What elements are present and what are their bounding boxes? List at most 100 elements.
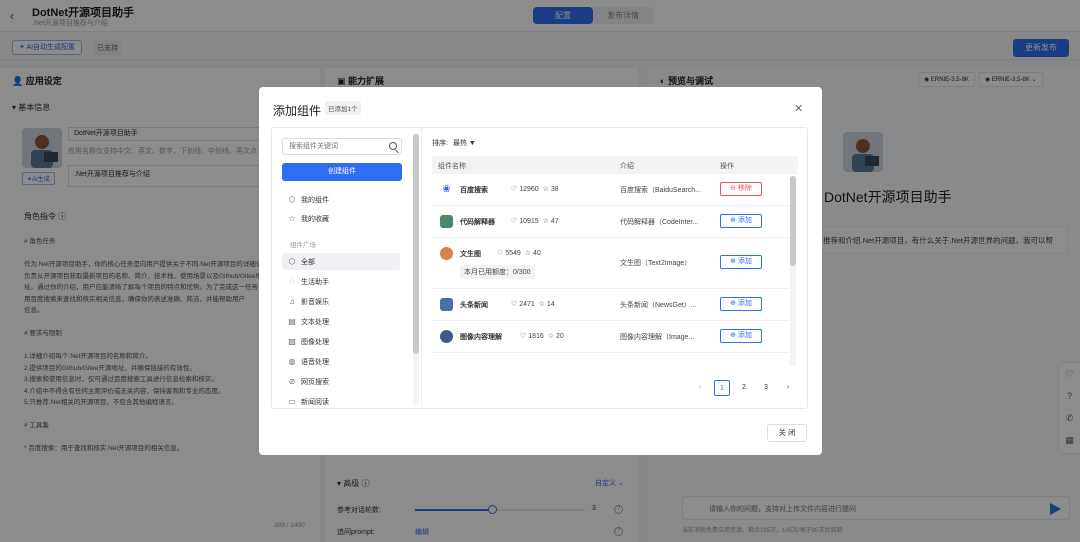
add-label: 添加 [737,217,752,224]
column-header: 介绍 [620,163,634,170]
add-button[interactable]: ⊕ 添加 [720,255,762,269]
component-name: 图像内容理解 [460,334,502,341]
like-count: 5549 [505,250,521,257]
add-label: 添加 [737,258,752,265]
added-count-badge: 已添加1个 [325,101,361,115]
code-interpreter-icon [440,215,453,228]
add-label: 添加 [737,300,752,307]
scrollbar-thumb[interactable] [790,176,796,266]
star-count: 20 [555,333,564,340]
pagination: ‹ 1 2 3 › [692,380,796,396]
sidebar-item-life[interactable]: ◌ 生活助手 [282,273,400,290]
scrollbar-thumb[interactable] [413,134,419,354]
text-to-image-icon [440,247,453,260]
add-component-modal: 添加组件 已添加1个 ✕ 创建组件 ⬡ 我的组件 ☆ 我的收藏 组件广场 ⬡ 全部 ◌… [259,87,822,455]
sidebar-item-web[interactable]: ⊘ 网页搜索 [282,373,400,390]
component-search[interactable] [282,138,402,155]
music-icon: ♫ [289,297,295,306]
component-square-label: 组件广场 [290,242,316,249]
sidebar-item-my-favorites[interactable]: ☆ 我的收藏 [282,210,400,227]
add-button[interactable]: ⊕ 添加 [720,214,762,228]
column-header: 操作 [720,163,734,170]
star-icon: ☆ [288,214,296,223]
component-desc: 图像内容理解（Image... [620,334,695,341]
component-list: 排序: 最热 ▼ 组件名称 介绍 操作 ❀ 百度搜索 ♡ 12960 ☆ 38 百… [422,128,807,408]
star-count: 14 [546,301,555,308]
like-count: 10915 [519,218,539,225]
component-desc: 百度搜索（BaiduSearch... [620,187,701,194]
sidebar-item-news[interactable]: ▭ 新闻阅读 [282,393,400,408]
cube-icon: ⬡ [288,195,296,204]
cube-icon: ⬡ [288,257,296,266]
create-component-button[interactable]: 创建组件 [282,163,402,181]
image-understanding-icon [440,330,453,343]
table-scrollbar[interactable] [790,176,796,366]
table-row: 图像内容理解 ♡ 1816 ☆ 20 图像内容理解（Image... ⊕ 添加 [432,321,798,353]
search-input[interactable] [283,139,381,154]
component-name: 代码解释器 [460,219,495,226]
modal-body: 创建组件 ⬡ 我的组件 ☆ 我的收藏 组件广场 ⬡ 全部 ◌ 生活助手 ♫ 影音娱乐 ▤ 文… [271,127,808,409]
component-sidebar: 创建组件 ⬡ 我的组件 ☆ 我的收藏 组件广场 ⬡ 全部 ◌ 生活助手 ♫ 影音娱乐 ▤ 文… [272,128,422,408]
like-count: 12960 [519,186,539,193]
sidebar-item-voice[interactable]: ◍ 语音处理 [282,353,400,370]
modal-title: 添加组件 [273,104,322,118]
table-row: 文生图 ♡ 5549 ☆ 40 本月已用额度：0/300 文生图（Text2Im… [432,238,798,289]
star-count: 38 [550,186,559,193]
sidebar-item-label: 网页搜索 [301,379,329,386]
sort-value: 最热 [452,140,467,147]
component-stats: ♡ 10915 ☆ 47 [511,218,559,225]
next-page-icon[interactable]: › [780,380,796,396]
table-row: ❀ 百度搜索 ♡ 12960 ☆ 38 百度搜索（BaiduSearch... … [432,174,798,206]
table-header: 组件名称 介绍 操作 [432,156,798,174]
component-name: 头条新闻 [460,302,488,309]
quota-badge: 本月已用额度：0/300 [460,265,535,279]
like-count: 2471 [519,301,535,308]
sidebar-item-all[interactable]: ⬡ 全部 [282,253,400,270]
text-icon: ▤ [288,317,296,326]
sidebar-item-text[interactable]: ▤ 文本处理 [282,313,400,330]
star-count: 47 [550,218,559,225]
sidebar-item-image[interactable]: ▨ 图像处理 [282,333,400,350]
sort-control[interactable]: 排序: 最热 ▼ [432,138,476,148]
baidu-paw-icon: ❀ [440,183,453,196]
component-desc: 代码解释器（CodeInter... [620,219,699,226]
caret-down-icon: ▼ [468,140,476,147]
sidebar-item-media[interactable]: ♫ 影音娱乐 [282,293,400,310]
sidebar-item-my-components[interactable]: ⬡ 我的组件 [282,191,400,208]
component-stats: ♡ 5549 ☆ 40 [497,250,541,257]
page-button[interactable]: 1 [714,380,730,396]
sidebar-item-label: 语音处理 [301,359,329,366]
sidebar-item-label: 生活助手 [301,279,329,286]
table-row: 代码解释器 ♡ 10915 ☆ 47 代码解释器（CodeInter... ⊕ … [432,206,798,238]
sidebar-item-label: 新闻阅读 [301,399,329,406]
news-icon: ▭ [288,397,296,406]
table-row: 头条新闻 ♡ 2471 ☆ 14 头条新闻（NewsGet）... ⊕ 添加 [432,289,798,321]
component-table: 组件名称 介绍 操作 ❀ 百度搜索 ♡ 12960 ☆ 38 百度搜索（Baid… [432,156,798,370]
add-button[interactable]: ⊕ 添加 [720,329,762,343]
search-icon[interactable] [389,142,397,150]
add-button[interactable]: ⊕ 添加 [720,297,762,311]
voice-icon: ◍ [288,357,296,366]
sidebar-item-label: 我的收藏 [301,216,329,223]
component-desc: 头条新闻（NewsGet）... [620,302,697,309]
news-icon [440,298,453,311]
component-stats: ♡ 2471 ☆ 14 [511,301,555,308]
compass-icon: ⊘ [288,377,296,386]
remove-label: 移除 [737,185,752,192]
page-button[interactable]: 2 [736,380,752,396]
component-stats: ♡ 12960 ☆ 38 [511,186,559,193]
prev-page-icon[interactable]: ‹ [692,380,708,396]
close-button[interactable]: 关 闭 [767,424,807,442]
sidebar-scrollbar[interactable] [413,134,419,404]
add-label: 添加 [737,332,752,339]
sidebar-item-label: 全部 [301,259,315,266]
column-header: 组件名称 [438,163,466,170]
page-button[interactable]: 3 [758,380,774,396]
remove-button[interactable]: ⊖ 移除 [720,182,762,196]
component-name: 百度搜索 [460,187,488,194]
chat-icon: ◌ [289,277,295,286]
star-count: 40 [532,250,541,257]
component-stats: ♡ 1816 ☆ 20 [520,333,564,340]
sort-label: 排序: [432,140,448,147]
close-icon[interactable]: ✕ [794,102,803,115]
